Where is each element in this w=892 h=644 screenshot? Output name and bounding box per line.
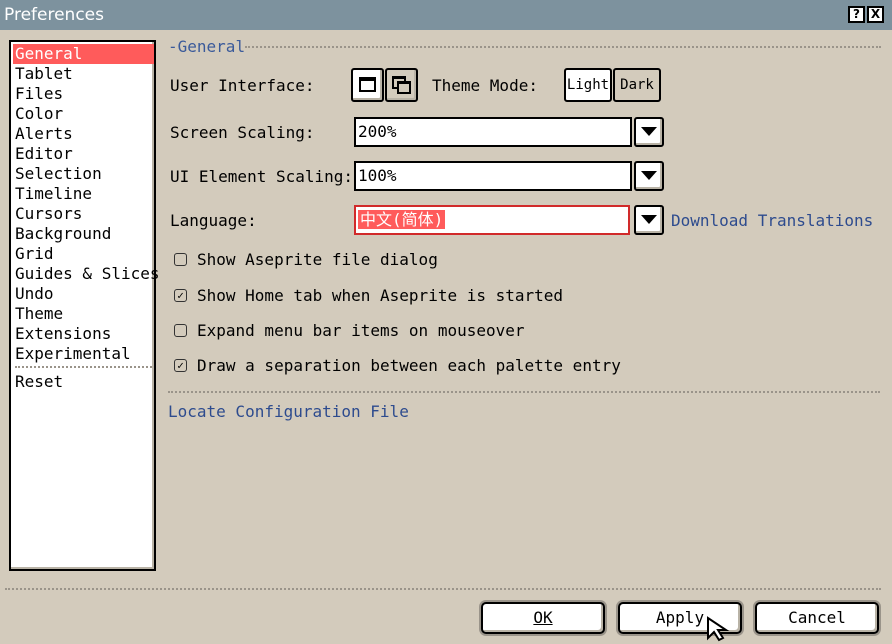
sidebar-item-guides-slices[interactable]: Guides & Slices bbox=[13, 264, 160, 284]
screen-scaling-dropdown-icon[interactable] bbox=[634, 117, 664, 147]
screen-scaling-label: Screen Scaling: bbox=[170, 123, 315, 142]
ui-multiple-windows-button[interactable] bbox=[385, 68, 418, 102]
expand-menu-bar-checkbox[interactable] bbox=[174, 324, 187, 337]
theme-mode-label: Theme Mode: bbox=[432, 76, 538, 95]
palette-separation-label[interactable]: Draw a separation between each palette e… bbox=[197, 356, 621, 375]
cancel-button[interactable]: Cancel bbox=[755, 602, 879, 634]
apply-button-label: Apply bbox=[655, 608, 705, 627]
language-label: Language: bbox=[170, 211, 257, 230]
sidebar-item-tablet[interactable]: Tablet bbox=[13, 64, 154, 84]
expand-menu-bar-label[interactable]: Expand menu bar items on mouseover bbox=[197, 321, 525, 340]
sidebar-item-selection[interactable]: Selection bbox=[13, 164, 154, 184]
sidebar-item-color[interactable]: Color bbox=[13, 104, 154, 124]
language-value: 中文(简体) bbox=[358, 210, 446, 229]
cancel-button-label: Cancel bbox=[788, 608, 846, 627]
window-title: Preferences bbox=[4, 5, 104, 25]
sidebar-item-general[interactable]: General bbox=[13, 44, 154, 64]
ui-single-window-button[interactable] bbox=[351, 68, 384, 102]
ok-button-label: OK bbox=[533, 608, 553, 627]
user-interface-label: User Interface: bbox=[170, 76, 315, 95]
show-home-tab-checkbox[interactable]: ✓ bbox=[174, 289, 187, 302]
title-bar: Preferences ? X bbox=[0, 0, 892, 30]
sidebar-item-reset[interactable]: Reset bbox=[13, 372, 154, 392]
theme-dark-button[interactable]: Dark bbox=[613, 68, 661, 102]
ok-button[interactable]: OK bbox=[481, 602, 605, 634]
show-home-tab-label[interactable]: Show Home tab when Aseprite is started bbox=[197, 286, 563, 305]
mouse-cursor-icon bbox=[707, 616, 730, 642]
download-translations-link[interactable]: Download Translations bbox=[671, 211, 873, 230]
sidebar-item-editor[interactable]: Editor bbox=[13, 144, 154, 164]
language-dropdown-icon[interactable] bbox=[634, 205, 664, 235]
group-divider bbox=[245, 46, 881, 48]
palette-separation-checkbox[interactable]: ✓ bbox=[174, 359, 187, 372]
sidebar-item-timeline[interactable]: Timeline bbox=[13, 184, 154, 204]
sidebar-divider bbox=[15, 366, 152, 368]
sidebar-item-undo[interactable]: Undo bbox=[13, 284, 154, 304]
sidebar-item-extensions[interactable]: Extensions bbox=[13, 324, 154, 344]
sidebar-item-experimental[interactable]: Experimental bbox=[13, 344, 154, 364]
sidebar-item-theme[interactable]: Theme bbox=[13, 304, 154, 324]
preferences-sidebar: General Tablet Files Color Alerts Editor… bbox=[9, 40, 160, 571]
language-select[interactable]: 中文(简体) bbox=[354, 205, 630, 235]
ui-element-scaling-label: UI Element Scaling: bbox=[170, 167, 354, 186]
show-file-dialog-checkbox[interactable] bbox=[174, 253, 187, 266]
section-divider bbox=[168, 391, 880, 393]
sidebar-item-alerts[interactable]: Alerts bbox=[13, 124, 154, 144]
help-icon[interactable]: ? bbox=[848, 6, 865, 23]
sidebar-item-cursors[interactable]: Cursors bbox=[13, 204, 154, 224]
footer-divider bbox=[5, 588, 881, 590]
ui-element-scaling-dropdown-icon[interactable] bbox=[634, 161, 664, 191]
multiple-windows-icon bbox=[392, 76, 411, 94]
show-file-dialog-label[interactable]: Show Aseprite file dialog bbox=[197, 250, 438, 269]
sidebar-item-files[interactable]: Files bbox=[13, 84, 154, 104]
screen-scaling-select[interactable]: 200% bbox=[354, 117, 632, 147]
sidebar-item-background[interactable]: Background bbox=[13, 224, 154, 244]
close-icon[interactable]: X bbox=[867, 6, 884, 23]
single-window-icon bbox=[359, 77, 376, 92]
ui-element-scaling-select[interactable]: 100% bbox=[354, 161, 632, 191]
locate-config-link[interactable]: Locate Configuration File bbox=[168, 402, 409, 421]
sidebar-item-grid[interactable]: Grid bbox=[13, 244, 154, 264]
group-header-general: -General bbox=[168, 37, 246, 56]
theme-light-button[interactable]: Light bbox=[564, 68, 612, 102]
